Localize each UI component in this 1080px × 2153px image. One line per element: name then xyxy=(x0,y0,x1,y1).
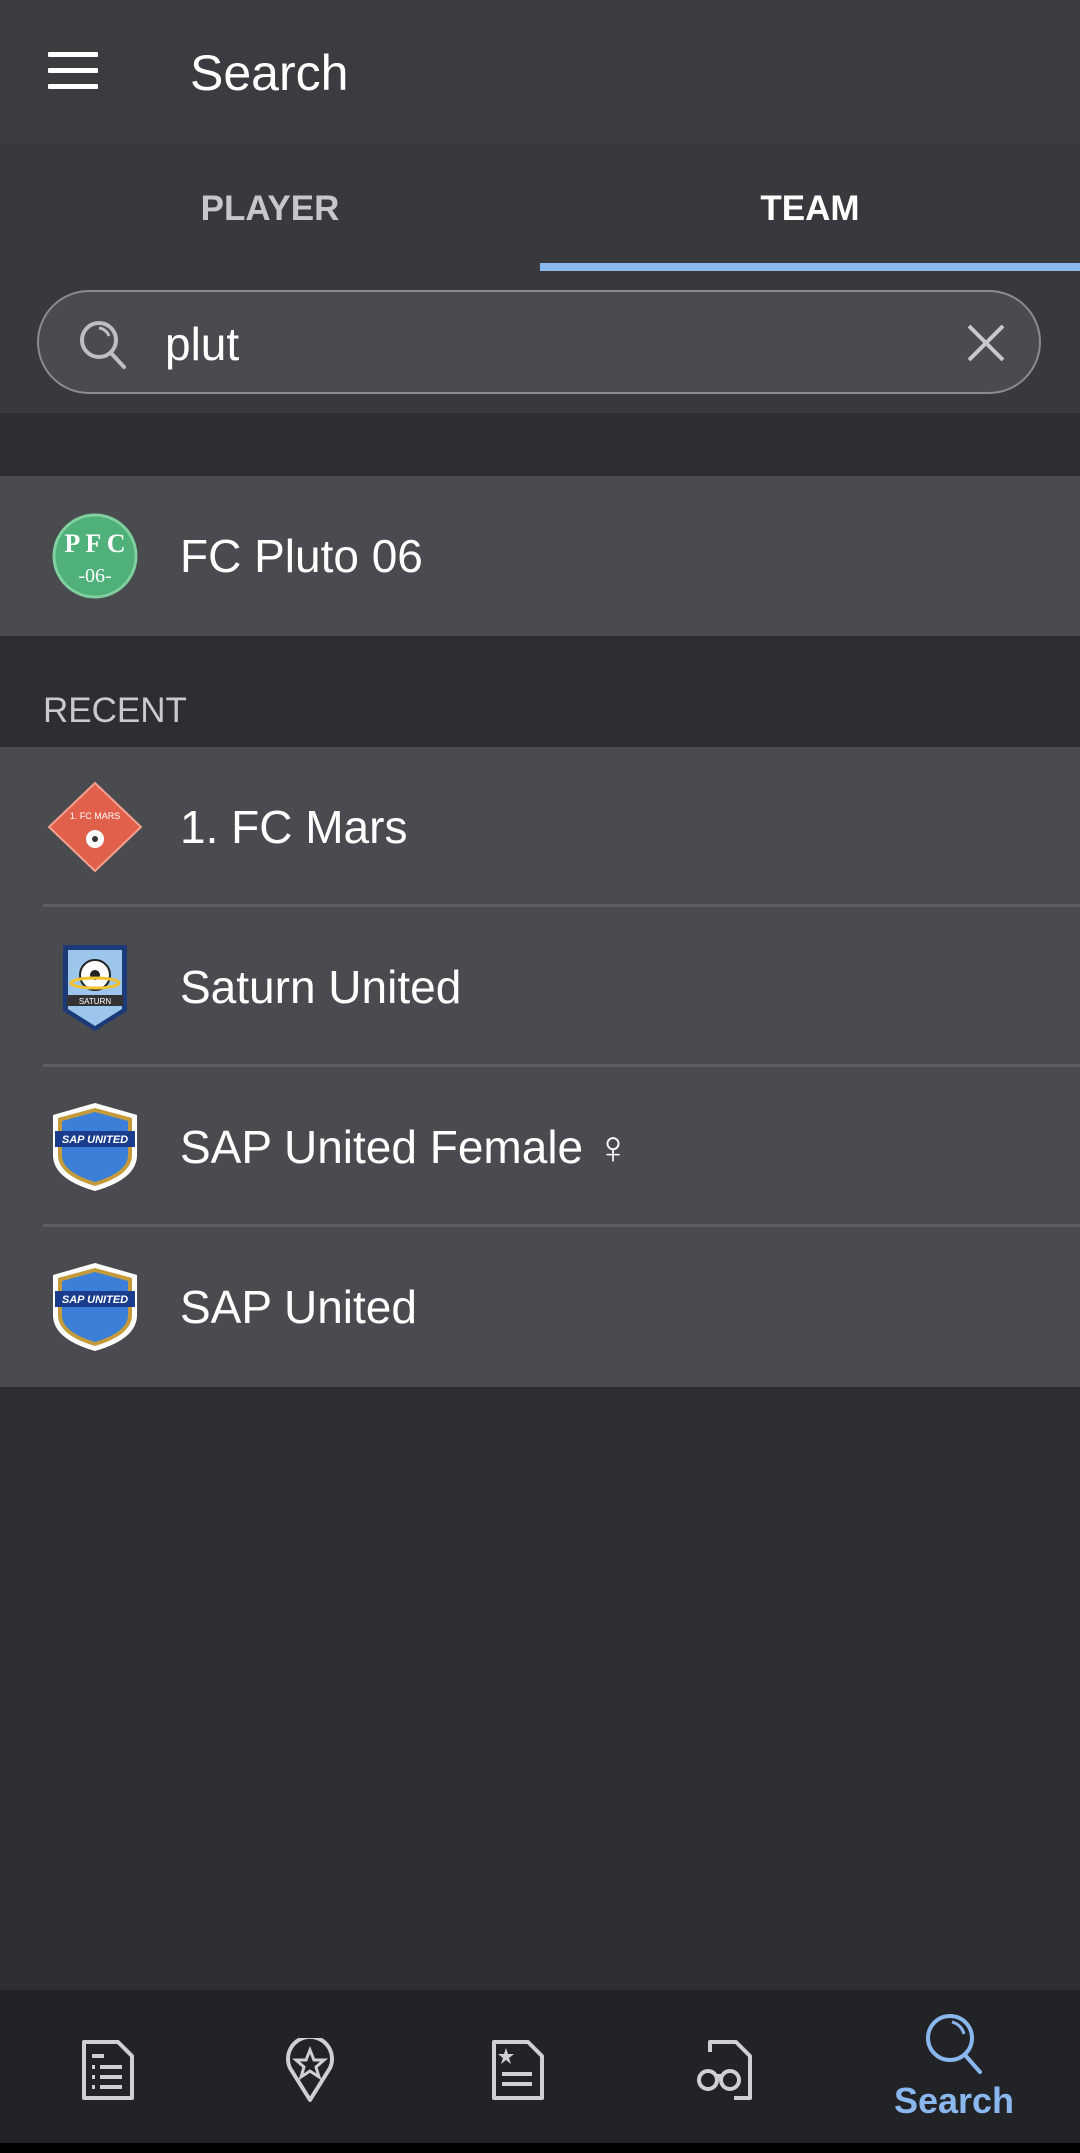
team-name: FC Pluto 06 xyxy=(180,530,423,582)
bottom-navigation: Search xyxy=(0,1990,1080,2143)
fc-mars-crest-icon: 1. FC MARS xyxy=(47,781,143,873)
sap-united-crest-icon: SAP UNITED xyxy=(53,1263,137,1351)
saturn-united-crest-icon: SATURN xyxy=(63,945,127,1031)
close-icon[interactable] xyxy=(963,320,1009,366)
recent-item[interactable]: 1. FC MARS 1. FC Mars xyxy=(0,747,1080,907)
starred-document-icon xyxy=(492,2040,544,2100)
recent-item[interactable]: SAP UNITED SAP United xyxy=(0,1227,1080,1387)
recent-item[interactable]: SATURN Saturn United xyxy=(0,907,1080,1067)
system-navigation-bar xyxy=(0,2143,1080,2153)
team-name: SAP United Female ♀ xyxy=(180,1121,631,1173)
svg-text:SAP UNITED: SAP UNITED xyxy=(62,1134,128,1146)
nav-search[interactable]: Search xyxy=(846,1990,1062,2143)
search-icon xyxy=(80,321,126,369)
search-bar-container xyxy=(0,271,1080,413)
result-item[interactable]: P F C -06- FC Pluto 06 xyxy=(0,476,1080,636)
binoculars-document-icon xyxy=(697,2040,752,2100)
svg-text:P F C: P F C xyxy=(64,529,125,558)
sap-united-crest-icon: SAP UNITED xyxy=(53,1103,137,1191)
recent-item[interactable]: SAP UNITED SAP United Female ♀ xyxy=(0,1067,1080,1227)
team-name: Saturn United xyxy=(180,961,462,1013)
active-tab-indicator xyxy=(540,263,1080,271)
svg-text:SATURN: SATURN xyxy=(79,997,112,1006)
team-name: SAP United xyxy=(180,1281,417,1333)
nav-list-document[interactable] xyxy=(0,1990,216,2143)
nav-binoculars-document[interactable] xyxy=(616,1990,832,2143)
recent-section-label: RECENT xyxy=(43,691,187,730)
svg-text:-06-: -06- xyxy=(78,565,111,587)
app-header: Search xyxy=(0,0,1080,146)
svg-text:SAP UNITED: SAP UNITED xyxy=(62,1294,128,1306)
search-input[interactable] xyxy=(163,308,927,380)
nav-location-star[interactable] xyxy=(202,1990,418,2143)
team-name: 1. FC Mars xyxy=(180,801,408,853)
search-field xyxy=(37,290,1041,394)
tab-player[interactable]: PLAYER xyxy=(0,146,540,271)
tab-bar: PLAYER TEAM xyxy=(0,146,1080,271)
nav-search-label: Search xyxy=(893,2080,1015,2121)
page-title: Search xyxy=(190,45,349,101)
hamburger-menu-icon[interactable] xyxy=(48,52,98,90)
nav-starred-document[interactable] xyxy=(410,1990,626,2143)
search-icon xyxy=(926,2014,982,2074)
list-document-icon xyxy=(82,2040,134,2100)
fc-pluto-06-crest-icon: P F C -06- xyxy=(52,513,138,599)
svg-text:1. FC MARS: 1. FC MARS xyxy=(70,811,121,821)
tab-team[interactable]: TEAM xyxy=(540,146,1080,271)
location-star-icon xyxy=(286,2038,334,2102)
